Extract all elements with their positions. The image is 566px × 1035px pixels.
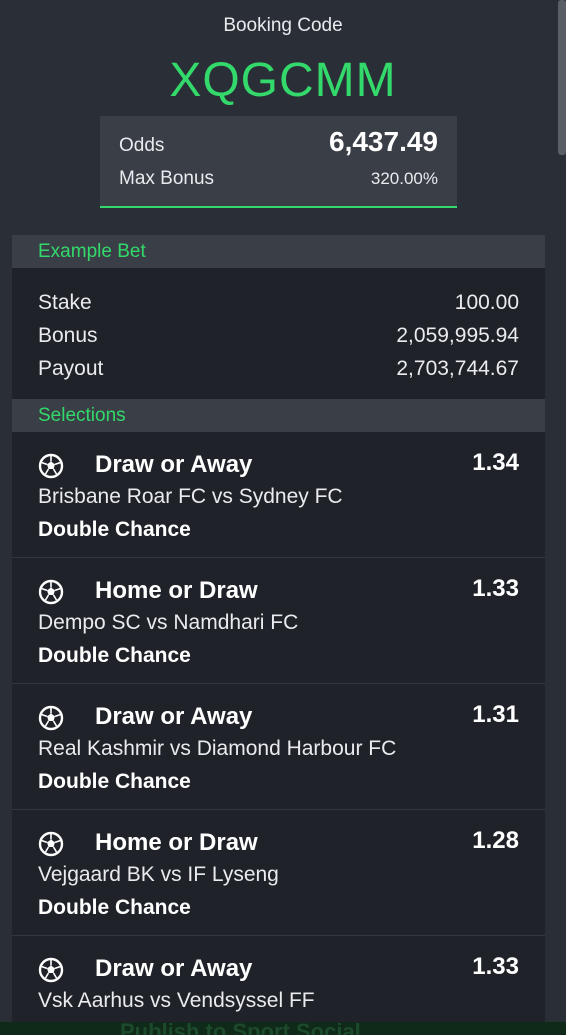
example-row-label: Payout (38, 357, 104, 380)
selection-market: Draw or Away (95, 703, 253, 730)
booking-code-label: Booking Code (223, 15, 343, 36)
example-bet-body: Stake 100.00 Bonus 2,059,995.94 Payout 2… (12, 268, 545, 399)
selections-list: Draw or Away 1.34 Brisbane Roar FC vs Sy… (12, 432, 545, 1035)
selection-bet-type: Double Chance (38, 770, 191, 793)
selection-item[interactable]: Draw or Away 1.33 Vsk Aarhus vs Vendsyss… (12, 936, 545, 1035)
selection-item[interactable]: Draw or Away 1.31 Real Kashmir vs Diamon… (12, 684, 545, 810)
selection-match: Brisbane Roar FC vs Sydney FC (38, 485, 343, 508)
example-bet-header: Example Bet (12, 235, 545, 268)
selection-item[interactable]: Home or Draw 1.33 Dempo SC vs Namdhari F… (12, 558, 545, 684)
soccer-ball-icon (38, 579, 64, 605)
selection-match: Real Kashmir vs Diamond Harbour FC (38, 737, 397, 760)
soccer-ball-icon (38, 831, 64, 857)
odds-label: Odds (119, 135, 165, 156)
publish-button-label: Publish to Sport Social (120, 1022, 361, 1035)
selection-match: Vsk Aarhus vs Vendsyssel FF (38, 989, 315, 1012)
soccer-ball-icon (38, 453, 64, 479)
selection-match: Vejgaard BK vs IF Lyseng (38, 863, 279, 886)
example-row-value: 2,703,744.67 (396, 357, 519, 380)
selection-market: Draw or Away (95, 955, 253, 982)
example-row-value: 2,059,995.94 (396, 324, 519, 347)
selection-bet-type: Double Chance (38, 896, 191, 919)
booking-code[interactable]: XQGCMM (0, 53, 566, 109)
booking-header: Booking Code XQGCMM (0, 0, 566, 109)
selections-header: Selections (12, 399, 545, 432)
soccer-ball-icon (38, 705, 64, 731)
selection-market: Home or Draw (95, 829, 258, 856)
selection-bet-type: Double Chance (38, 644, 191, 667)
selection-item[interactable]: Home or Draw 1.28 Vejgaard BK vs IF Lyse… (12, 810, 545, 936)
booking-page: Booking Code XQGCMM Odds 6,437.49 Max Bo… (0, 0, 566, 1035)
selection-bet-type: Double Chance (38, 518, 191, 541)
odds-summary-box: Odds 6,437.49 Max Bonus 320.00% (100, 116, 457, 208)
scrollbar[interactable] (558, 0, 566, 155)
example-row-payout: Payout 2,703,744.67 (38, 352, 519, 385)
odds-row: Odds 6,437.49 (119, 126, 438, 158)
selection-market: Draw or Away (95, 451, 253, 478)
selection-item[interactable]: Draw or Away 1.34 Brisbane Roar FC vs Sy… (12, 432, 545, 558)
selection-odds: 1.34 (472, 449, 519, 476)
example-row-stake: Stake 100.00 (38, 286, 519, 319)
publish-button[interactable]: Publish to Sport Social (0, 1022, 566, 1035)
example-row-label: Stake (38, 291, 92, 314)
selection-odds: 1.33 (472, 953, 519, 980)
example-row-value: 100.00 (454, 291, 519, 314)
selection-match: Dempo SC vs Namdhari FC (38, 611, 299, 634)
selection-odds: 1.33 (472, 575, 519, 602)
selection-odds: 1.31 (472, 701, 519, 728)
soccer-ball-icon (38, 957, 64, 983)
max-bonus-row: Max Bonus 320.00% (119, 168, 438, 190)
max-bonus-value: 320.00% (370, 169, 438, 188)
odds-value: 6,437.49 (329, 126, 438, 157)
max-bonus-label: Max Bonus (119, 168, 215, 189)
example-row-bonus: Bonus 2,059,995.94 (38, 319, 519, 352)
example-row-label: Bonus (38, 324, 98, 347)
selection-odds: 1.28 (472, 827, 519, 854)
selection-market: Home or Draw (95, 577, 258, 604)
